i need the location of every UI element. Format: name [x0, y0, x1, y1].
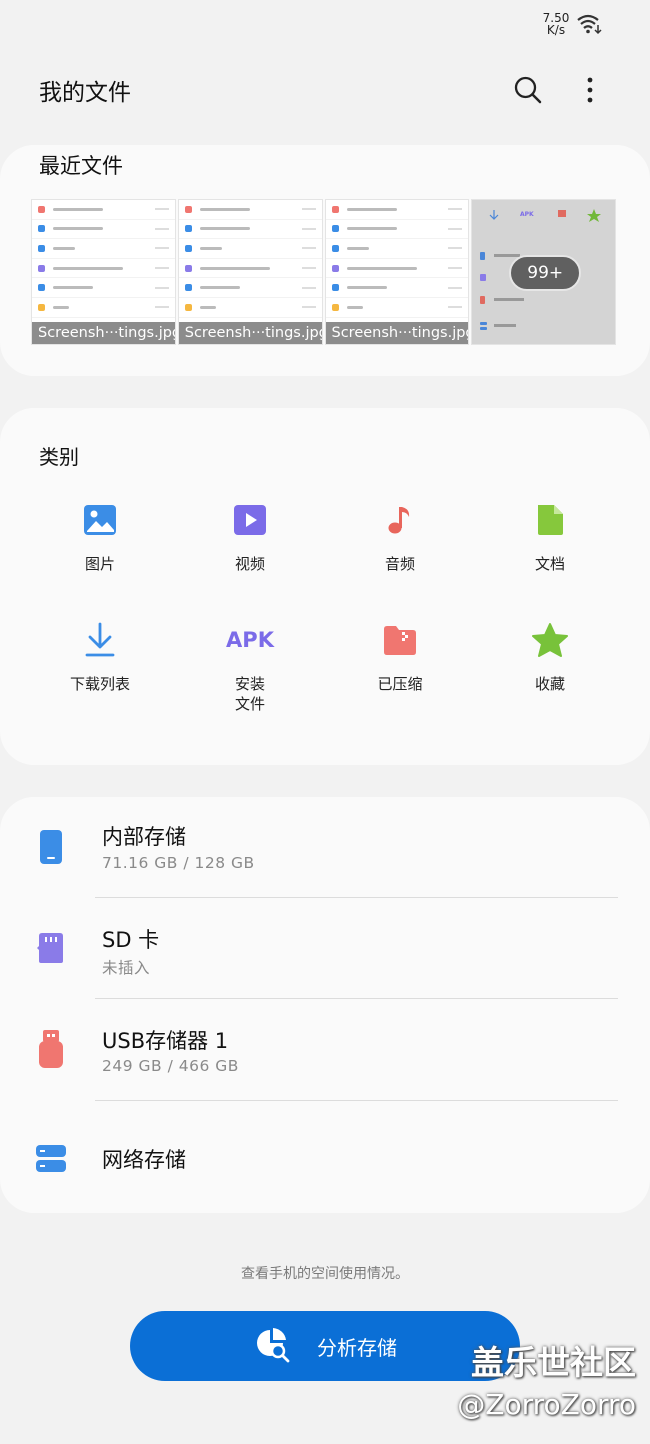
status-bar: 7.50 K/s — [542, 12, 602, 36]
category-label: 图片 — [84, 555, 115, 573]
network-storage-icon — [33, 1139, 69, 1179]
storage-usb[interactable]: USB存储器 1 249 GB / 466 GB — [0, 999, 650, 1100]
search-icon — [514, 76, 542, 104]
category-favorites[interactable]: 收藏 — [475, 618, 625, 714]
recent-file-thumbnail[interactable]: Screensh···tings.jpg — [31, 199, 176, 345]
more-options-button[interactable] — [570, 70, 610, 110]
storage-name: 内部存储 — [102, 825, 186, 849]
recent-files-strip: Screensh···tings.jpg Screensh···tings.jp… — [31, 199, 616, 345]
more-recent-files-button[interactable]: APK 99+ — [471, 199, 616, 345]
category-images[interactable]: 图片 — [25, 498, 175, 574]
recent-file-thumbnail[interactable]: Screensh···tings.jpg — [177, 199, 323, 345]
categories-grid: 图片 视频 音频 文档 下载列表 APK 安装 文件 已压缩 收藏 — [25, 498, 625, 714]
more-count-badge: 99+ — [509, 255, 582, 291]
music-icon — [378, 498, 422, 542]
analyze-storage-label: 分析存储 — [317, 1335, 397, 1360]
analyze-storage-button[interactable]: 分析存储 — [130, 1311, 520, 1381]
thumbnail-caption: Screensh···tings.jpg — [32, 322, 175, 344]
categories-title: 类别 — [39, 445, 79, 469]
phone-icon — [33, 827, 69, 867]
svg-text:APK: APK — [520, 211, 534, 218]
network-speed: 7.50 K/s — [542, 11, 570, 37]
category-label: 音频 — [384, 555, 415, 573]
thumbnail-caption: Screensh···tings.jpg — [325, 322, 469, 344]
storage-sd-card[interactable]: SD 卡 未插入 — [0, 898, 650, 999]
category-compressed[interactable]: 已压缩 — [325, 618, 475, 714]
category-label: 下载列表 — [69, 675, 130, 693]
sd-card-icon — [33, 928, 69, 968]
category-install-files[interactable]: APK 安装 文件 — [175, 618, 325, 714]
apk-icon-text: APK — [226, 628, 274, 652]
recent-files-title: 最近文件 — [39, 154, 123, 178]
page-title: 我的文件 — [39, 80, 131, 106]
storage-network[interactable]: 网络存储 — [0, 1101, 650, 1202]
storage-detail: 249 GB / 466 GB — [102, 1057, 239, 1075]
category-audio[interactable]: 音频 — [325, 498, 475, 574]
storage-name: SD 卡 — [102, 928, 160, 952]
storage-internal[interactable]: 内部存储 71.16 GB / 128 GB — [0, 797, 650, 898]
search-button[interactable] — [508, 70, 548, 110]
category-label: 视频 — [234, 555, 265, 573]
usb-drive-icon — [33, 1029, 69, 1069]
storage-detail: 未插入 — [102, 959, 151, 977]
download-icon — [78, 618, 122, 662]
category-label: 文档 — [534, 555, 565, 573]
image-icon — [78, 498, 122, 542]
storage-detail: 71.16 GB / 128 GB — [102, 854, 255, 872]
category-documents[interactable]: 文档 — [475, 498, 625, 574]
watermark-handle: @ZorroZorro — [457, 1388, 636, 1421]
document-icon — [528, 498, 572, 542]
wifi-icon — [576, 13, 602, 35]
app-header: 我的文件 — [39, 70, 610, 110]
video-icon — [228, 498, 272, 542]
star-icon — [528, 618, 572, 662]
storage-name: USB存储器 1 — [102, 1029, 229, 1053]
category-label: 收藏 — [534, 675, 565, 693]
more-vertical-icon — [587, 77, 593, 103]
folder-zip-icon — [378, 618, 422, 662]
category-label: 安装 文件 — [234, 675, 265, 713]
apk-icon: APK — [226, 618, 274, 662]
category-label: 已压缩 — [377, 675, 423, 693]
storage-hint-text: 查看手机的空间使用情况。 — [241, 1266, 409, 1282]
category-downloads[interactable]: 下载列表 — [25, 618, 175, 714]
category-videos[interactable]: 视频 — [175, 498, 325, 574]
recent-file-thumbnail[interactable]: Screensh···tings.jpg — [324, 199, 470, 345]
storage-name: 网络存储 — [102, 1148, 186, 1172]
storage-analysis-icon — [257, 1328, 290, 1363]
watermark-title: 盖乐世社区 — [471, 1343, 636, 1382]
thumbnail-caption: Screensh···tings.jpg — [178, 322, 322, 344]
